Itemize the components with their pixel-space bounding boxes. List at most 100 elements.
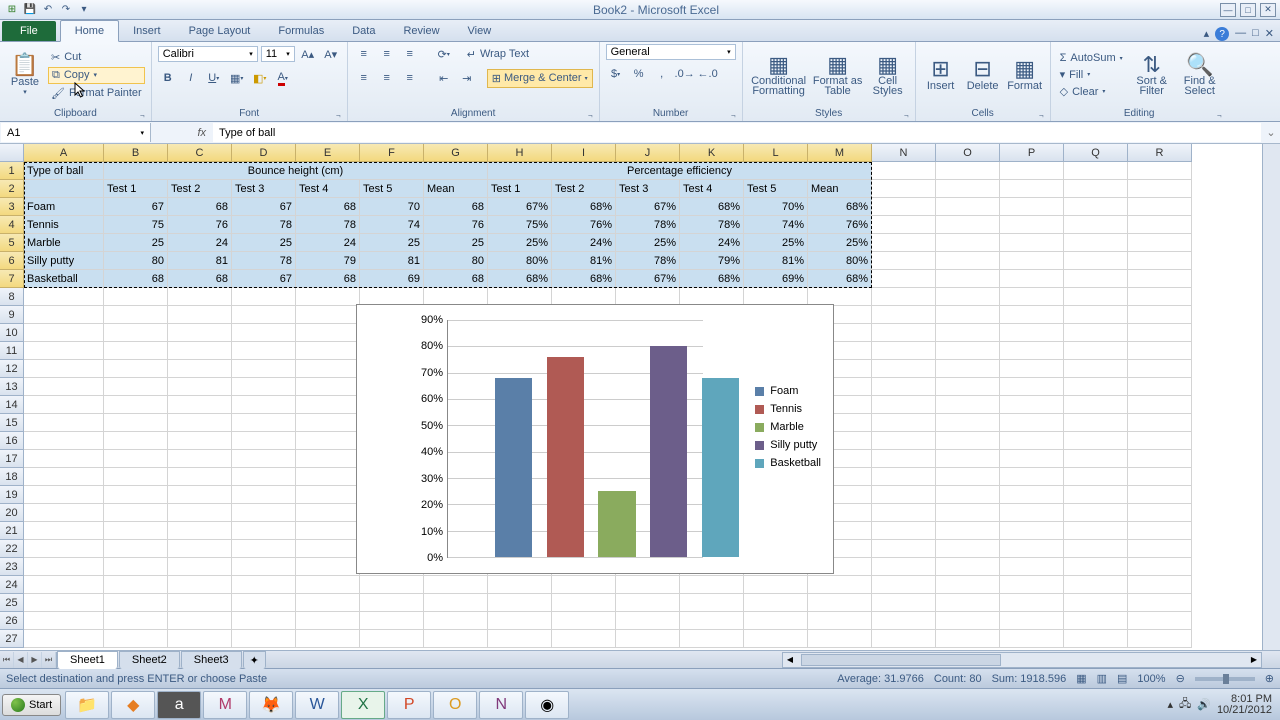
view-normal-icon[interactable]: ▦ xyxy=(1076,672,1086,685)
cell[interactable]: 24 xyxy=(168,234,232,252)
cell[interactable] xyxy=(1064,468,1128,486)
cell[interactable] xyxy=(232,288,296,306)
cell[interactable]: 78% xyxy=(616,252,680,270)
cell[interactable] xyxy=(1128,522,1192,540)
cell[interactable] xyxy=(296,360,360,378)
cell[interactable]: 76% xyxy=(808,216,872,234)
cell[interactable]: 68 xyxy=(104,270,168,288)
cell[interactable] xyxy=(296,432,360,450)
align-top-icon[interactable]: ≡ xyxy=(354,44,374,64)
cell[interactable] xyxy=(296,558,360,576)
cell[interactable] xyxy=(872,162,936,180)
cell[interactable]: 68 xyxy=(424,198,488,216)
cell[interactable] xyxy=(1000,486,1064,504)
align-right-icon[interactable]: ≡ xyxy=(400,68,420,88)
cell[interactable] xyxy=(168,558,232,576)
row-header-13[interactable]: 13 xyxy=(0,378,24,396)
cell[interactable] xyxy=(232,306,296,324)
cell[interactable] xyxy=(1128,342,1192,360)
row-header-5[interactable]: 5 xyxy=(0,234,24,252)
cell[interactable] xyxy=(24,342,104,360)
cell[interactable] xyxy=(1000,162,1064,180)
cell[interactable]: 79 xyxy=(296,252,360,270)
task-excel[interactable]: X xyxy=(341,691,385,719)
cell[interactable] xyxy=(424,576,488,594)
number-format-select[interactable]: General▾ xyxy=(606,44,736,60)
cell[interactable]: Bounce height (cm) xyxy=(104,162,488,180)
cell[interactable] xyxy=(232,432,296,450)
cell[interactable] xyxy=(1128,630,1192,648)
cell[interactable] xyxy=(1128,504,1192,522)
cell[interactable] xyxy=(872,342,936,360)
col-header-G[interactable]: G xyxy=(424,144,488,162)
tab-file[interactable]: File xyxy=(2,21,56,41)
cell[interactable] xyxy=(24,378,104,396)
cell[interactable] xyxy=(232,540,296,558)
cell[interactable] xyxy=(296,342,360,360)
tab-view[interactable]: View xyxy=(454,21,506,41)
cell[interactable] xyxy=(936,432,1000,450)
cell[interactable] xyxy=(232,450,296,468)
cell[interactable] xyxy=(936,630,1000,648)
align-left-icon[interactable]: ≡ xyxy=(354,68,374,88)
tray-network-icon[interactable]: 🖧 xyxy=(1179,695,1191,714)
cell[interactable] xyxy=(872,504,936,522)
font-size-select[interactable]: 11▾ xyxy=(261,46,295,62)
horizontal-scrollbar[interactable]: ◀ ▶ xyxy=(782,652,1262,668)
cell[interactable]: 68% xyxy=(488,270,552,288)
cell[interactable] xyxy=(872,540,936,558)
cell[interactable] xyxy=(1064,306,1128,324)
cell[interactable] xyxy=(168,468,232,486)
cell[interactable] xyxy=(872,360,936,378)
paste-button[interactable]: 📋Paste▾ xyxy=(6,45,44,105)
fill-color-button[interactable]: ◧▾ xyxy=(250,68,270,88)
cell[interactable] xyxy=(104,414,168,432)
cell[interactable] xyxy=(1128,468,1192,486)
col-header-K[interactable]: K xyxy=(680,144,744,162)
cell[interactable]: 80 xyxy=(424,252,488,270)
name-box[interactable]: A1▾ xyxy=(1,123,151,142)
tray-expand-icon[interactable]: ▴ xyxy=(1167,698,1173,711)
row-header-8[interactable]: 8 xyxy=(0,288,24,306)
cell[interactable]: 67% xyxy=(616,270,680,288)
clear-button[interactable]: ◇Clear▾ xyxy=(1057,84,1126,99)
cell[interactable] xyxy=(1064,378,1128,396)
cell[interactable]: 68% xyxy=(808,270,872,288)
cell[interactable]: 80 xyxy=(104,252,168,270)
cell[interactable] xyxy=(1064,288,1128,306)
cell[interactable] xyxy=(1128,324,1192,342)
cell[interactable]: 70% xyxy=(744,198,808,216)
col-header-I[interactable]: I xyxy=(552,144,616,162)
cell[interactable]: 69 xyxy=(360,270,424,288)
cell[interactable] xyxy=(1128,378,1192,396)
cell[interactable]: 78 xyxy=(232,216,296,234)
cell[interactable]: 25% xyxy=(488,234,552,252)
cell[interactable] xyxy=(808,630,872,648)
cell[interactable] xyxy=(104,594,168,612)
cell[interactable] xyxy=(936,594,1000,612)
cell[interactable] xyxy=(24,360,104,378)
cell[interactable]: Test 2 xyxy=(168,180,232,198)
minimize-button[interactable]: — xyxy=(1220,3,1236,17)
cell[interactable] xyxy=(1064,630,1128,648)
font-name-select[interactable]: Calibri▾ xyxy=(158,46,258,62)
cell[interactable] xyxy=(232,558,296,576)
cell[interactable] xyxy=(872,432,936,450)
cell[interactable]: 78 xyxy=(232,252,296,270)
cell[interactable] xyxy=(168,504,232,522)
cell[interactable] xyxy=(872,324,936,342)
cell[interactable] xyxy=(104,540,168,558)
cell[interactable] xyxy=(104,396,168,414)
cell[interactable] xyxy=(232,342,296,360)
cell[interactable] xyxy=(296,594,360,612)
col-header-R[interactable]: R xyxy=(1128,144,1192,162)
cell[interactable] xyxy=(1000,270,1064,288)
chart-bar[interactable] xyxy=(547,357,584,557)
cell[interactable] xyxy=(552,630,616,648)
cell[interactable]: Test 1 xyxy=(104,180,168,198)
cell[interactable] xyxy=(24,468,104,486)
cell[interactable] xyxy=(1128,450,1192,468)
cell[interactable] xyxy=(1064,414,1128,432)
cell[interactable]: 67 xyxy=(232,198,296,216)
cell[interactable]: 70 xyxy=(360,198,424,216)
